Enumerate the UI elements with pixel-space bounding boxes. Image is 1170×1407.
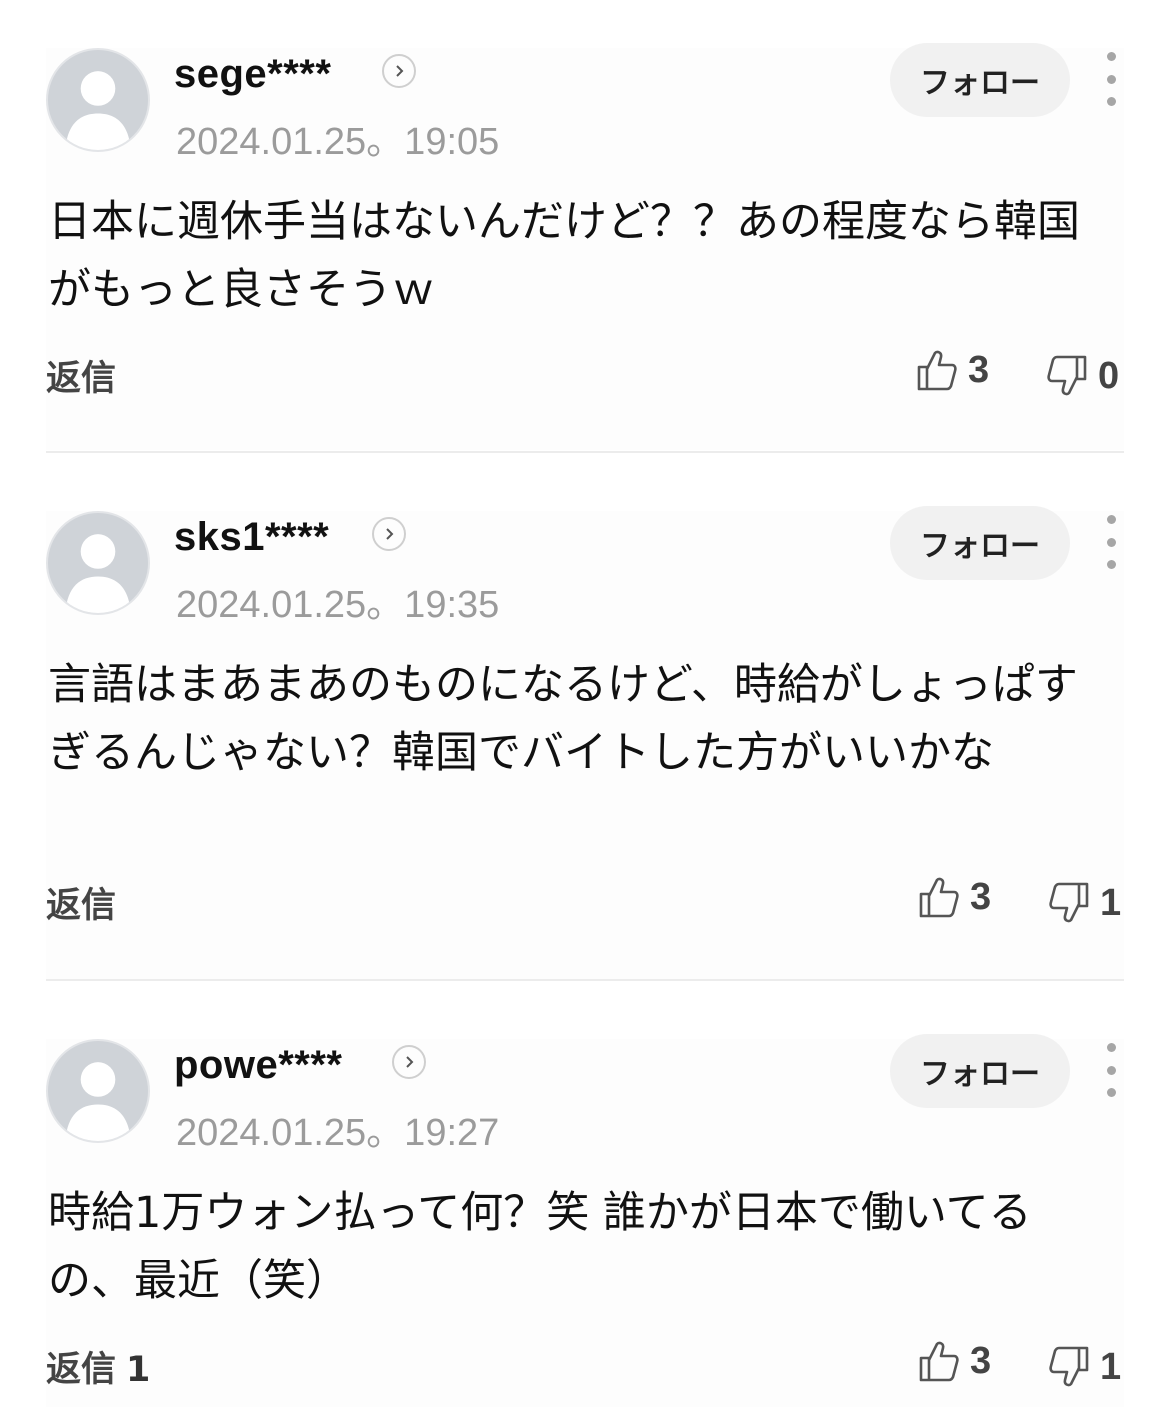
dislike-button[interactable]: 0 [1046,354,1119,398]
comment-item: sege**** 2024.01.25。19:05 フォロー 日本に週休手当はな… [46,43,1126,450]
user-silhouette-icon [65,71,131,150]
dislike-count: 0 [1098,354,1120,397]
chevron-right-icon[interactable] [382,54,416,88]
avatar[interactable] [46,48,150,152]
reply-button[interactable]: 返信 1 [46,1341,150,1392]
thumbs-down-icon [1049,882,1089,923]
timestamp: 2024.01.25。19:05 [176,121,500,163]
user-silhouette-icon [65,534,131,613]
like-button[interactable]: 3 [918,875,991,919]
thumbs-up-icon [919,1341,959,1382]
follow-button[interactable]: フォロー [890,1034,1070,1108]
like-count: 3 [968,348,990,391]
comment-item: sks1**** 2024.01.25。19:35 フォロー 言語はまあまあのも… [46,506,1126,979]
comment-item: powe**** 2024.01.25。19:27 フォロー 時給1万ウォン払っ… [46,1034,1126,1407]
username[interactable]: sks1**** [174,515,329,560]
like-count: 3 [970,1339,992,1382]
like-button[interactable]: 3 [916,348,989,392]
username[interactable]: sege**** [174,52,331,97]
more-vertical-icon[interactable] [1096,1043,1126,1097]
thumbs-up-icon [919,877,959,918]
timestamp: 2024.01.25。19:35 [176,584,500,626]
reply-count: 1 [126,1350,151,1390]
like-button[interactable]: 3 [918,1339,991,1383]
comment-text: 言語はまあまあのものになるけど、時給がしょっぱすぎるんじゃない？韓国でバイトした… [48,660,1078,778]
thumbs-down-icon [1049,1346,1089,1387]
avatar[interactable] [46,1039,150,1143]
timestamp: 2024.01.25。19:27 [176,1112,500,1154]
user-silhouette-icon [65,1062,131,1141]
follow-button[interactable]: フォロー [890,506,1070,580]
reply-button[interactable]: 返信 [46,350,126,401]
comment-text: 時給1万ウォン払って何？笑 誰かが日本で働いてるの、最近（笑） [48,1188,1032,1306]
dislike-button[interactable]: 1 [1048,881,1121,925]
more-vertical-icon[interactable] [1096,52,1126,106]
comment-text: 日本に週休手当はないんだけど？？あの程度なら韓国がもっと良さそうｗ [48,197,1080,315]
follow-button[interactable]: フォロー [890,43,1070,117]
dislike-button[interactable]: 1 [1048,1345,1121,1389]
reply-label: 返信 [46,359,117,399]
divider [46,451,1124,453]
dislike-count: 1 [1100,881,1122,924]
chevron-right-icon[interactable] [392,1045,426,1079]
chevron-right-icon[interactable] [372,517,406,551]
dislike-count: 1 [1100,1345,1122,1388]
username[interactable]: powe**** [174,1043,343,1088]
thumbs-up-icon [917,350,957,391]
reply-button[interactable]: 返信 [46,877,126,928]
like-count: 3 [970,875,992,918]
thumbs-down-icon [1047,355,1087,396]
more-vertical-icon[interactable] [1096,515,1126,569]
reply-label: 返信 [46,1350,117,1390]
reply-label: 返信 [46,886,117,926]
avatar[interactable] [46,511,150,615]
divider [46,979,1124,981]
